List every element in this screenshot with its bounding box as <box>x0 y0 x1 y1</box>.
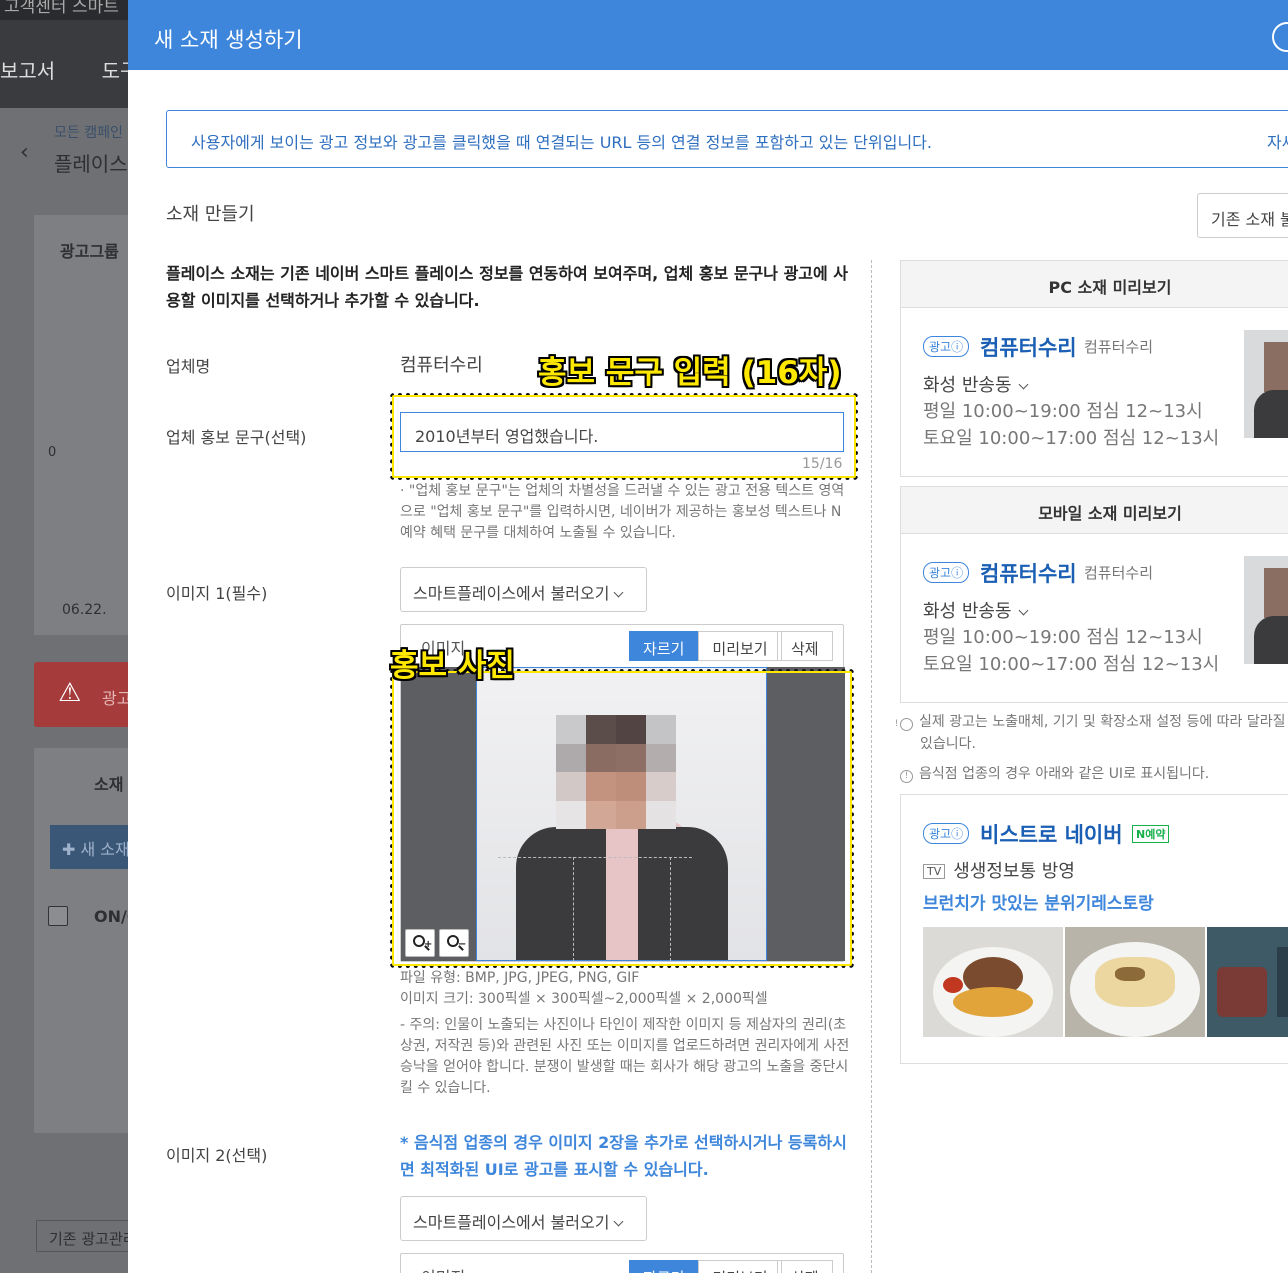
preview-note-2: ! 음식점 업종의 경우 아래와 같은 UI로 표시됩니다. <box>900 763 1288 785</box>
tv-icon: TV <box>923 864 946 879</box>
ad-thumbnail <box>1244 330 1288 438</box>
campaign-name: 플레이스 <box>54 152 128 176</box>
restaurant-example: 광고ⓘ 비스트로 네이버 N예약 TV 생생정보통 방영 브런치가 맛있는 분위기… <box>900 794 1288 1064</box>
image1-label: 이미지 1(필수) <box>166 584 268 603</box>
column-divider <box>871 260 872 1273</box>
image2-editor: 이미지 자르기 미리보기 삭제 <box>400 1253 844 1273</box>
tab-crop[interactable]: 자르기 <box>629 631 699 661</box>
ad-business-name[interactable]: 컴퓨터수리 <box>980 332 1077 362</box>
ad-business-name[interactable]: 컴퓨터수리 <box>980 558 1077 588</box>
photo-annotation: 홍보 사진 <box>390 648 515 684</box>
mobile-preview: 모바일 소재 미리보기 광고ⓘ 컴퓨터수리 컴퓨터수리 화성 반송동 평일 10… <box>900 486 1288 703</box>
image2-source-value: 스마트플레이스에서 불러오기 <box>413 1213 610 1232</box>
back-arrow[interactable]: ‹ <box>20 140 29 165</box>
image1-source-select[interactable]: 스마트플레이스에서 불러오기 <box>400 567 647 612</box>
ad-category: 컴퓨터수리 <box>1084 338 1154 356</box>
promo-highlight-box <box>390 393 858 480</box>
image1-source-value: 스마트플레이스에서 불러오기 <box>413 584 610 603</box>
menu-report[interactable]: 보고서 <box>0 59 55 83</box>
new-creative-modal: 새 소재 생성하기 사용자에게 보이는 광고 정보와 광고를 클릭했을 때 연결… <box>128 0 1288 1273</box>
ad-hours: 평일 10:00~19:00 점심 12~13시 토요일 10:00~17:00… <box>923 627 1220 675</box>
info-icon: ! <box>900 770 913 783</box>
image-tabs: 자르기 미리보기 <box>629 631 782 661</box>
food-image-3 <box>1207 927 1288 1037</box>
breadcrumb[interactable]: 모든 캠페인 <box>54 122 123 142</box>
close-icon[interactable] <box>1272 22 1288 52</box>
promo-annotation: 홍보 문구 입력 (16자) <box>538 355 842 391</box>
food-image-2 <box>1065 927 1205 1037</box>
food-image-1 <box>923 927 1063 1037</box>
image2-note: * 음식점 업종의 경우 이미지 2장을 추가로 선택하시거나 등록하시면 최적… <box>400 1133 847 1179</box>
form-description: 플레이스 소재는 기존 네이버 스마트 플레이스 정보를 연동하여 보여주며, … <box>166 264 849 310</box>
chevron-down-icon <box>614 1216 624 1227</box>
chevron-down-icon <box>1018 379 1028 390</box>
tab-crop[interactable]: 자르기 <box>629 1260 699 1273</box>
caution-info: - 주의: 인물이 노출되는 사진이나 타인이 제작한 이미지 등 제삼자의 권… <box>400 1017 850 1096</box>
pc-preview-title: PC 소재 미리보기 <box>901 261 1288 308</box>
business-name-value: 컴퓨터수리 <box>400 355 483 376</box>
ad-location[interactable]: 화성 반송동 <box>923 597 1028 623</box>
mobile-preview-title: 모바일 소재 미리보기 <box>901 487 1288 534</box>
ad-badge: 광고ⓘ <box>923 562 970 583</box>
info-link[interactable]: 자세히 <box>1267 129 1288 153</box>
chart-date: 06.22. <box>62 602 107 618</box>
image2-editor-header: 이미지 자르기 미리보기 삭제 <box>401 1254 843 1273</box>
chevron-down-icon <box>1018 605 1028 616</box>
creative-tab[interactable]: 소재 <box>94 771 123 795</box>
select-all-checkbox[interactable] <box>48 906 68 926</box>
image2-label: 이미지 2(선택) <box>166 1146 268 1165</box>
promo-help: · "업체 홍보 문구"는 업체의 차별성을 드러낼 수 있는 광고 전용 텍스… <box>400 483 845 541</box>
new-creative-label: ✚ 새 소재 <box>62 840 130 859</box>
image-tabs: 자르기 미리보기 <box>629 1260 782 1273</box>
info-banner: 사용자에게 보이는 광고 정보와 광고를 클릭했을 때 연결되는 URL 등의 … <box>166 110 1288 168</box>
ad-group-tab[interactable]: 광고그룹 <box>60 238 119 262</box>
info-icon: ! <box>895 718 913 731</box>
tv-line: TV 생생정보통 방영 <box>923 857 1075 883</box>
modal-title: 새 소재 생성하기 <box>154 28 303 52</box>
ad-category: 컴퓨터수리 <box>1084 564 1154 582</box>
ad-badge: 광고ⓘ <box>923 823 970 844</box>
delete-image-button[interactable]: 삭제 <box>777 631 833 661</box>
old-manager-button[interactable]: 기존 광고관리 <box>36 1220 137 1252</box>
pc-preview: PC 소재 미리보기 광고ⓘ 컴퓨터수리 컴퓨터수리 화성 반송동 평일 10:… <box>900 260 1288 477</box>
n-reservation-badge: N예약 <box>1132 825 1170 843</box>
ad-badge: 광고ⓘ <box>923 336 970 357</box>
section-title: 소재 만들기 <box>166 204 255 225</box>
delete-image-button[interactable]: 삭제 <box>777 1260 833 1273</box>
chart-zero: 0 <box>48 445 57 460</box>
info-text: 사용자에게 보이는 광고 정보와 광고를 클릭했을 때 연결되는 URL 등의 … <box>191 133 932 152</box>
tab-preview[interactable]: 미리보기 <box>698 631 782 661</box>
ad-location[interactable]: 화성 반송동 <box>923 371 1028 397</box>
image-panel-label: 이미지 <box>421 1264 465 1273</box>
bistro-slogan: 브런치가 맛있는 분위기레스토랑 <box>923 894 1154 914</box>
chevron-down-icon <box>614 587 624 598</box>
pc-ad: 광고ⓘ 컴퓨터수리 컴퓨터수리 화성 반송동 평일 10:00~19:00 점심… <box>901 308 1288 476</box>
business-name-label: 업체명 <box>166 357 211 376</box>
ad-thumbnail <box>1244 556 1288 664</box>
background-chart-panel <box>34 215 134 635</box>
image-size-info: 이미지 크기: 300픽셀 × 300픽셀~2,000픽셀 × 2,000픽셀 <box>400 991 768 1007</box>
bistro-name: 비스트로 네이버 <box>980 823 1123 847</box>
photo-highlight-box <box>390 669 854 968</box>
promo-label: 업체 홍보 문구(선택) <box>166 428 307 447</box>
background-creative-panel <box>34 748 134 1133</box>
warning-icon: ⚠ <box>58 678 82 708</box>
ad-hours: 평일 10:00~19:00 점심 12~13시 토요일 10:00~17:00… <box>923 401 1220 449</box>
mobile-ad: 광고ⓘ 컴퓨터수리 컴퓨터수리 화성 반송동 평일 10:00~19:00 점심… <box>901 534 1288 702</box>
image2-source-select[interactable]: 스마트플레이스에서 불러오기 <box>400 1196 647 1241</box>
tab-preview[interactable]: 미리보기 <box>698 1260 782 1273</box>
load-existing-button[interactable]: 기존 소재 불러오기 <box>1197 193 1288 238</box>
file-type-info: 파일 유형: BMP, JPG, JPEG, PNG, GIF <box>400 970 640 986</box>
tv-text: 생생정보통 방영 <box>953 861 1075 882</box>
preview-note-1: ! 실제 광고는 노출매체, 기기 및 확장소재 설정 등에 따라 달라질 수 있… <box>894 714 1288 752</box>
modal-header: 새 소재 생성하기 <box>128 0 1288 70</box>
